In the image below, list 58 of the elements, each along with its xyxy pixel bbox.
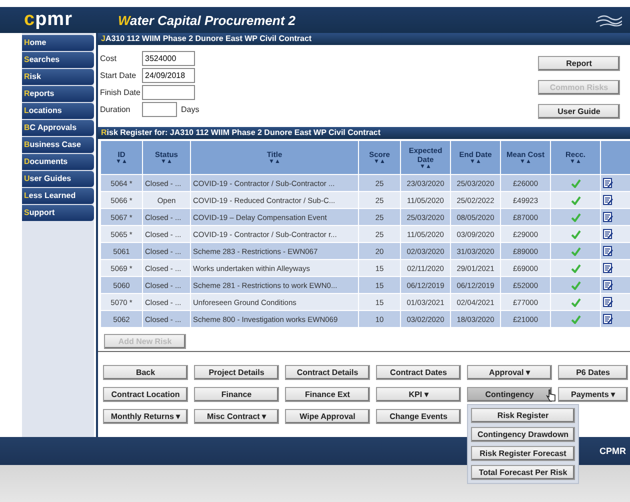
field-label: Start Date: [100, 71, 138, 80]
edit-icon[interactable]: [603, 314, 613, 324]
sidebar-item[interactable]: Business Case: [22, 137, 94, 153]
menu-item[interactable]: Contingency Drawdown: [471, 427, 575, 442]
sidebar-item[interactable]: User Guides: [22, 171, 94, 187]
edit-icon[interactable]: [603, 178, 613, 188]
sidebar-item[interactable]: Searches: [22, 52, 94, 68]
edit-icon[interactable]: [603, 246, 613, 256]
edit-icon[interactable]: [603, 195, 613, 205]
edit-icon[interactable]: [603, 229, 613, 239]
nav-button[interactable]: Payments ▾: [558, 387, 628, 402]
waves-icon: [596, 13, 622, 27]
project-title-bar: JA310 112 WIIM Phase 2 Dunore East WP Civil Contract: [98, 33, 630, 45]
action-button[interactable]: Report: [538, 56, 620, 71]
nav-button[interactable]: Finance: [194, 387, 279, 402]
sidebar-item[interactable]: Support: [22, 205, 94, 221]
input-field[interactable]: 24/09/2018: [142, 68, 195, 83]
nav-button[interactable]: Misc Contract ▾: [194, 409, 279, 424]
sidebar-item[interactable]: Locations: [22, 103, 94, 119]
nav-button[interactable]: Contract Dates: [376, 365, 461, 380]
register-title-bar: Risk Register for: JA310 112 WIIM Phase 2 Dunore East WP Civil Contract: [98, 127, 630, 139]
nav-button[interactable]: Contract Details: [285, 365, 370, 380]
pointer-cursor-icon: [546, 389, 556, 402]
nav-button[interactable]: Contingency: [467, 387, 552, 402]
nav-button[interactable]: Contract Location: [103, 387, 188, 402]
input-field[interactable]: 3524000: [142, 51, 195, 66]
sidebar-item[interactable]: Home: [22, 35, 94, 51]
menu-item[interactable]: Risk Register Forecast: [471, 446, 575, 461]
nav-button[interactable]: Wipe Approval: [285, 409, 370, 424]
input-field[interactable]: [142, 102, 177, 117]
sidebar-item[interactable]: BC Approvals: [22, 120, 94, 136]
nav-button[interactable]: Change Events: [376, 409, 461, 424]
menu-item[interactable]: Total Forecast Per Risk: [471, 465, 575, 480]
sidebar-item[interactable]: Less Learned: [22, 188, 94, 204]
sidebar-item[interactable]: Reports: [22, 86, 94, 102]
nav-button[interactable]: KPI ▾: [376, 387, 461, 402]
edit-icon[interactable]: [603, 297, 613, 307]
field-label: Cost: [100, 54, 118, 63]
unit-label: Days: [181, 105, 200, 114]
nav-button[interactable]: Finance Ext: [285, 387, 370, 402]
nav-button[interactable]: Approval ▾: [467, 365, 552, 380]
sidebar-item[interactable]: Risk: [22, 69, 94, 85]
cpmr-logo: cpmr: [24, 9, 74, 31]
nav-button[interactable]: Monthly Returns ▾: [103, 409, 188, 424]
menu-item[interactable]: Risk Register: [471, 408, 575, 423]
field-label: Finish Date: [100, 88, 142, 97]
input-field[interactable]: [142, 85, 195, 100]
nav-button[interactable]: P6 Dates: [558, 365, 628, 380]
edit-icon[interactable]: [603, 280, 613, 290]
nav-button[interactable]: Project Details: [194, 365, 279, 380]
sidebar-item[interactable]: Documents: [22, 154, 94, 170]
app-title: Water Capital Procurement 2: [118, 12, 296, 28]
field-label: Duration: [100, 105, 132, 114]
edit-icon[interactable]: [603, 263, 613, 273]
footer-text: CPMR: [600, 446, 626, 456]
edit-icon[interactable]: [603, 212, 613, 222]
nav-button[interactable]: Back: [103, 365, 188, 380]
action-button[interactable]: User Guide: [538, 104, 620, 119]
